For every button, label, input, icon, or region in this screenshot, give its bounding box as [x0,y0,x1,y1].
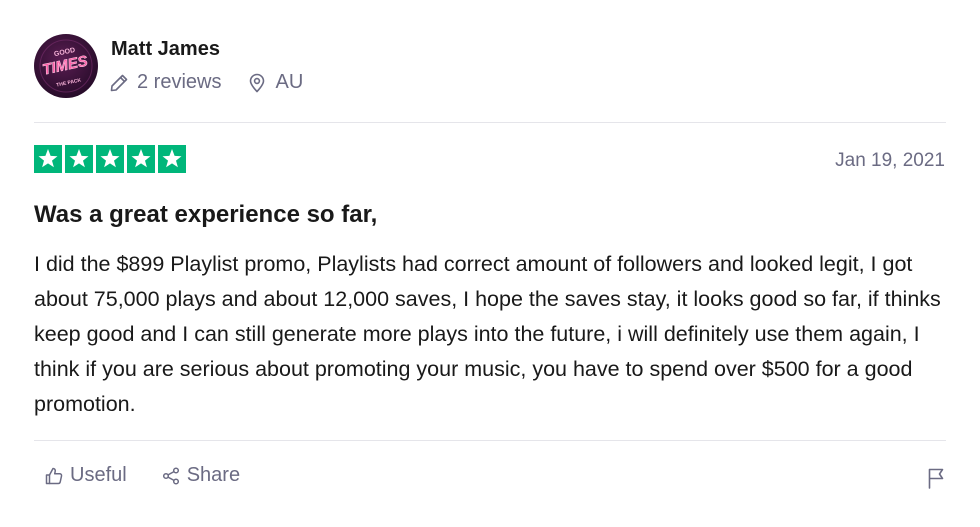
useful-button[interactable]: Useful [44,464,127,487]
report-button[interactable] [926,467,946,494]
reviews-count[interactable]: 2 reviews [109,71,221,94]
location-label: AU [275,71,304,93]
share-label: Share [186,464,241,486]
avatar-text-3: THE PACK [56,77,82,88]
star-icon [34,145,62,173]
pencil-icon [110,74,128,91]
star-icon [96,145,124,173]
avatar-text-2: TIMES [41,53,89,79]
review-date: Jan 19, 2021 [835,150,945,171]
reviewer-meta: 2 reviews AU [109,71,303,94]
star-icon [158,145,186,173]
star-icon [127,145,155,173]
location-pin-icon [250,73,265,92]
reviews-count-label: 2 reviews [137,71,222,93]
divider [34,440,946,441]
reviewer-location: AU [247,71,303,94]
review-title[interactable]: Was a great experience so far, [34,201,377,229]
reviewer-name[interactable]: Matt James [111,38,220,61]
avatar[interactable]: GOOD TIMES THE PACK [34,34,98,98]
star-rating [34,145,186,173]
star-icon [65,145,93,173]
useful-label: Useful [70,464,127,486]
review-body: I did the $899 Playlist promo, Playlists… [34,252,941,416]
review-card: GOOD TIMES THE PACK Matt James 2 reviews… [0,0,980,527]
thumbs-up-icon [45,467,63,484]
avatar-image: GOOD TIMES THE PACK [39,39,93,93]
flag-icon [928,468,944,489]
share-button[interactable]: Share [161,464,240,487]
divider [34,122,946,123]
review-actions: Useful Share [44,464,240,487]
share-icon [162,466,179,485]
